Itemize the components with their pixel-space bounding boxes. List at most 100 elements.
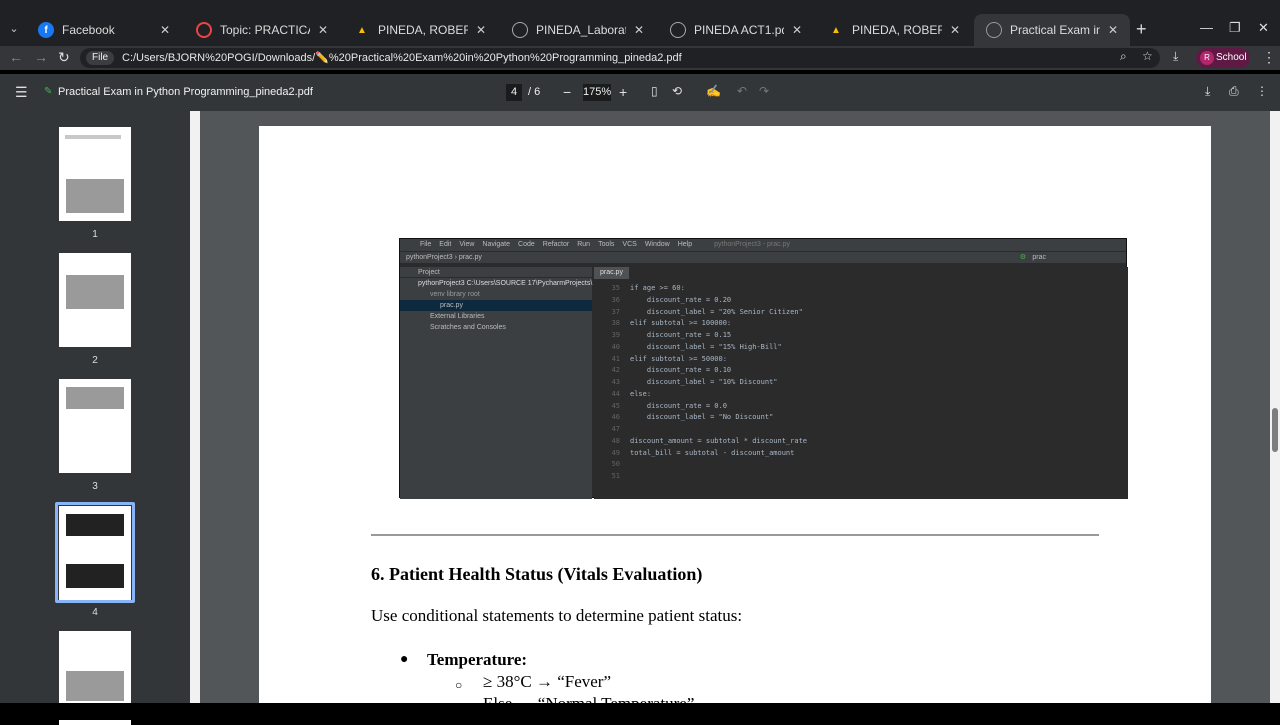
file-chip[interactable]: File bbox=[86, 51, 115, 65]
line-number: 41 bbox=[611, 354, 620, 363]
scrollbar-thumb[interactable] bbox=[1272, 408, 1278, 452]
download-icon[interactable]: ⤓ bbox=[1173, 49, 1178, 64]
line-number: 47 bbox=[611, 425, 620, 433]
close-tab-icon[interactable]: ✕ bbox=[316, 23, 330, 37]
pdf-title: Practical Exam in Python Programming_pin… bbox=[58, 86, 313, 98]
close-tab-icon[interactable]: ✕ bbox=[948, 23, 962, 37]
close-window-icon[interactable]: ✕ bbox=[1258, 20, 1269, 36]
close-tab-icon[interactable]: ✕ bbox=[474, 23, 488, 37]
hamburger-menu-icon[interactable]: ☰ bbox=[15, 84, 28, 101]
bottom-bar bbox=[0, 703, 1280, 720]
thumbnail-page-3[interactable] bbox=[59, 379, 131, 473]
tree-item: Scratches and Consoles bbox=[430, 324, 506, 331]
code-line: discount_label = "10% Discount" bbox=[630, 378, 778, 386]
code-line: discount_label = "No Discount" bbox=[630, 413, 774, 422]
new-tab-icon[interactable]: + bbox=[1136, 20, 1147, 38]
drive-icon: ▲ bbox=[831, 24, 841, 36]
main-scrollbar[interactable] bbox=[1270, 111, 1280, 703]
tab-strip: ⌄ f Facebook ✕ Topic: PRACTICAL EXAM ✕ ▲… bbox=[0, 0, 1280, 46]
ide-menubar: File Edit View Navigate Code Refactor Ru… bbox=[400, 239, 1126, 251]
address-bar[interactable]: File C:/Users/BJORN%20POGI/Downloads/✏️%… bbox=[80, 48, 1160, 68]
pdf-toolbar: ☰ ✎ Practical Exam in Python Programming… bbox=[0, 74, 1280, 111]
section-heading: 6. Patient Health Status (Vitals Evaluat… bbox=[371, 564, 703, 584]
bookmark-star-icon[interactable]: ☆ bbox=[1142, 49, 1153, 63]
ide-menu-item: Run bbox=[577, 241, 591, 248]
menu-kebab-icon[interactable]: ⋮ bbox=[1262, 49, 1276, 66]
tab-title: Topic: PRACTICAL EXAM bbox=[220, 23, 310, 37]
tab-search-icon[interactable]: ⌄ bbox=[5, 20, 23, 38]
globe-icon bbox=[670, 22, 686, 38]
code-line: discount_label = "20% Senior Citizen" bbox=[630, 307, 803, 316]
ide-menu-item: Navigate bbox=[482, 241, 511, 248]
ide-menu-item: VCS bbox=[622, 241, 637, 248]
print-icon[interactable]: ⎙ bbox=[1229, 84, 1239, 99]
ide-breadcrumb-text: pythonProject3 › prac.py bbox=[406, 254, 482, 261]
pdf-viewport: File Edit View Navigate Code Refactor Ru… bbox=[200, 111, 1280, 714]
tab-title: PINEDA ACT1.pdf bbox=[694, 23, 784, 37]
globe-icon bbox=[512, 22, 528, 38]
close-tab-icon[interactable]: ✕ bbox=[632, 23, 646, 37]
ide-menu-item: Edit bbox=[439, 241, 452, 248]
thumbnail-sidebar: 1 2 3 4 bbox=[0, 111, 190, 725]
tab-practical-exam[interactable]: Topic: PRACTICAL EXAM ✕ bbox=[184, 14, 340, 46]
forward-icon[interactable]: → bbox=[34, 49, 48, 65]
maximize-icon[interactable]: ❐ bbox=[1229, 20, 1241, 36]
zoom-input[interactable]: 175% bbox=[583, 84, 611, 101]
thumbnail-page-1[interactable] bbox=[59, 127, 131, 221]
annotate-icon[interactable]: ✍ bbox=[706, 84, 721, 98]
tab-facebook[interactable]: f Facebook ✕ bbox=[26, 14, 182, 46]
tree-item: pythonProject3 C:\Users\SOURCE 17\Pychar… bbox=[418, 280, 593, 287]
code-line: discount_rate = 0.10 bbox=[630, 366, 732, 375]
tab-drive-2[interactable]: ▲ PINEDA, ROBERT BJORN M. - G ✕ bbox=[816, 14, 972, 46]
url-text: C:/Users/BJORN%20POGI/Downloads/✏️%20Pra… bbox=[122, 52, 682, 64]
thumb-image bbox=[66, 275, 124, 309]
tab-drive-1[interactable]: ▲ PINEDA, ROBERT BJORN M. - G ✕ bbox=[342, 14, 498, 46]
download-icon[interactable]: ⤓ bbox=[1205, 84, 1210, 99]
tab-act1[interactable]: PINEDA ACT1.pdf ✕ bbox=[658, 14, 814, 46]
profile-button[interactable]: R School bbox=[1196, 48, 1250, 68]
ide-menu-item: Tools bbox=[598, 241, 615, 248]
fit-page-icon[interactable]: ▯ bbox=[651, 84, 658, 98]
more-options-icon[interactable]: ⋮ bbox=[1256, 84, 1268, 98]
bullet-temperature: Temperature: bbox=[427, 650, 528, 669]
zoom-in-icon[interactable]: + bbox=[619, 84, 627, 100]
line-number: 46 bbox=[611, 413, 620, 422]
line-number: 50 bbox=[611, 460, 620, 469]
globe-icon bbox=[986, 22, 1002, 38]
tree-item: prac.py bbox=[400, 300, 592, 311]
tab-title: Facebook bbox=[62, 23, 115, 37]
tab-lab-activity[interactable]: PINEDA_Laboratory Activity.pdf ✕ bbox=[500, 14, 656, 46]
ide-menu-item: Help bbox=[677, 241, 693, 248]
reload-icon[interactable]: ↻ bbox=[58, 49, 70, 66]
ide-editor: prac.py 35 36 37 38 39 40 41 42 43 44 45… bbox=[594, 267, 1128, 499]
thumb-image bbox=[66, 671, 124, 701]
minimize-icon[interactable]: — bbox=[1200, 20, 1213, 35]
line-number: 48 bbox=[611, 436, 620, 445]
redo-icon[interactable]: ↷ bbox=[759, 84, 769, 98]
rotate-icon[interactable]: ⟲ bbox=[672, 84, 682, 98]
zoom-out-icon[interactable]: − bbox=[563, 84, 571, 100]
ide-menu-item: Code bbox=[518, 241, 535, 248]
back-icon[interactable]: ← bbox=[9, 49, 23, 65]
code-line: discount_rate = 0.20 bbox=[630, 295, 732, 304]
ide-window-title: pythonProject3 - prac.py bbox=[714, 241, 791, 248]
line-number: 45 bbox=[611, 401, 620, 410]
page-number-input[interactable]: 4 bbox=[506, 84, 522, 101]
page-total: / 6 bbox=[528, 86, 541, 98]
undo-icon[interactable]: ↶ bbox=[737, 84, 747, 98]
close-tab-icon[interactable]: ✕ bbox=[158, 23, 172, 37]
thumbnail-page-2[interactable] bbox=[59, 253, 131, 347]
close-tab-icon[interactable]: ✕ bbox=[1106, 23, 1120, 37]
code-line: discount_label = "15% High-Bill" bbox=[630, 342, 782, 351]
tab-current-pdf[interactable]: Practical Exam in Python Pr ✕ bbox=[974, 14, 1130, 46]
horizontal-rule bbox=[371, 534, 1099, 536]
close-tab-icon[interactable]: ✕ bbox=[790, 23, 804, 37]
zoom-icon[interactable]: ⌕ bbox=[1120, 49, 1127, 64]
tab-title: PINEDA_Laboratory Activity.pdf bbox=[536, 23, 626, 37]
tree-item: venv library root bbox=[430, 291, 480, 298]
sidebar-scrollbar[interactable] bbox=[190, 111, 200, 703]
line-gutter: 35 36 37 38 39 40 41 42 43 44 45 46 47 4… bbox=[594, 283, 624, 483]
run-config-icon: ⚙ bbox=[1019, 254, 1026, 261]
instruction-text: Use conditional statements to determine … bbox=[371, 606, 743, 625]
